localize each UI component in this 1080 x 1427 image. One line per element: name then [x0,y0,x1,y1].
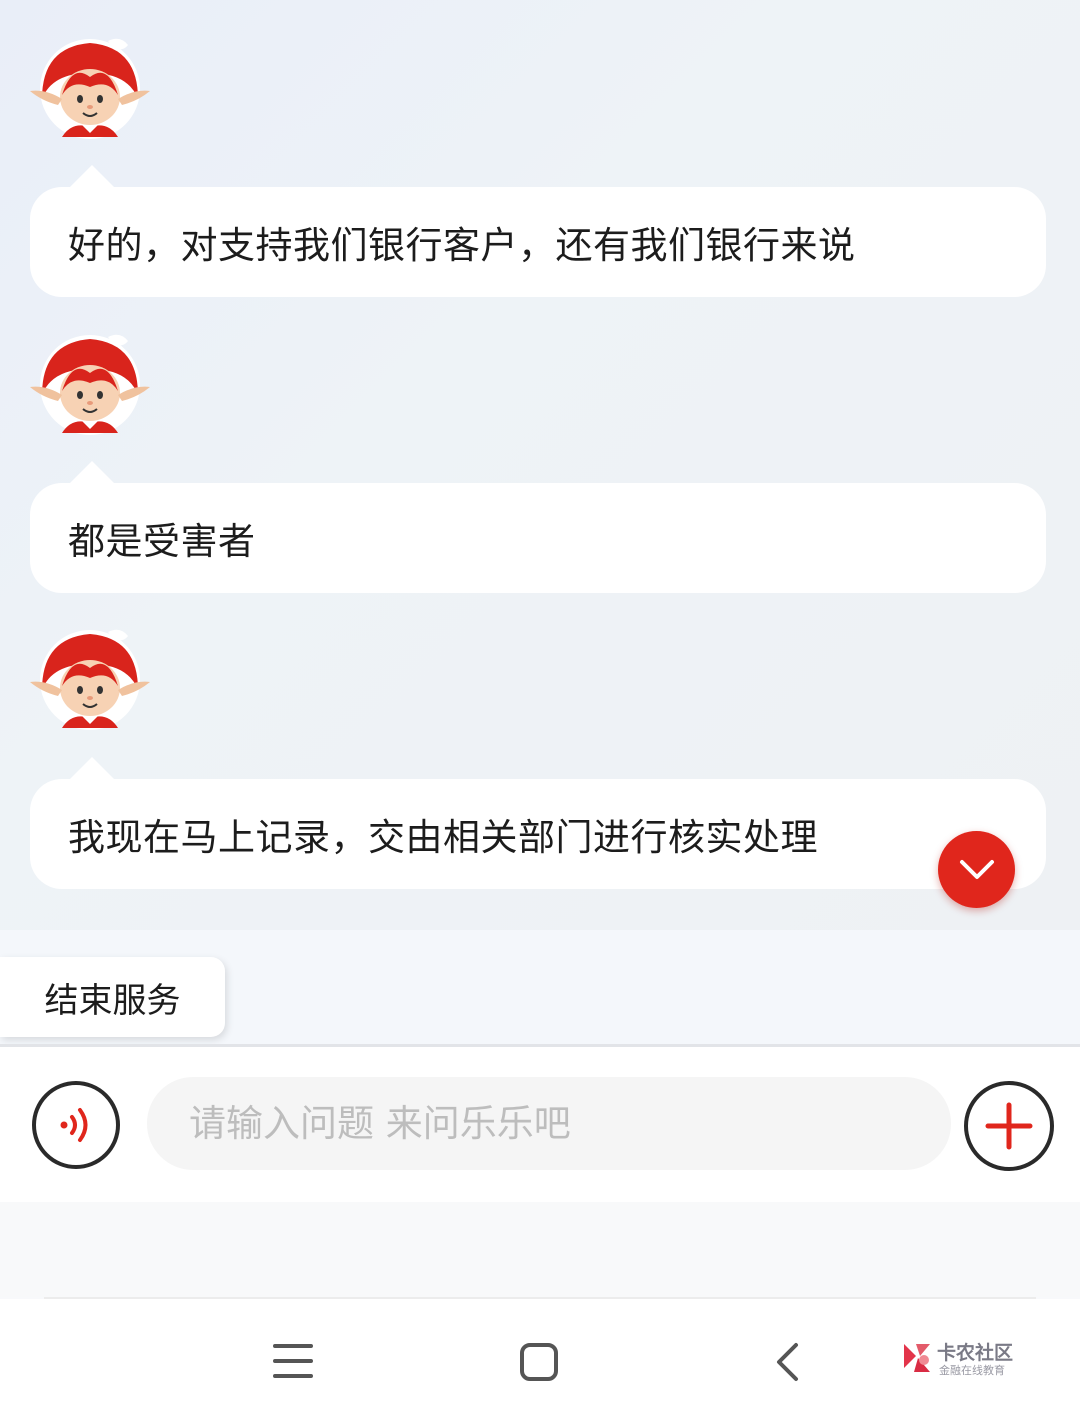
monkey-mascot-icon [30,334,150,435]
watermark-logo: 卡农社区 金融在线教育 [900,1338,1025,1378]
message-text: 好的，对支持我们银行客户，还有我们银行来说 [68,224,856,267]
watermark-title: 卡农社区 [937,1342,1014,1364]
bot-message-bubble: 都是受害者 [30,461,1046,593]
end-service-button[interactable]: 结束服务 [0,957,225,1037]
question-input[interactable] [147,1077,951,1170]
bot-avatar [28,329,152,441]
kanong-logo-icon [904,1344,930,1372]
bot-avatar [28,33,152,145]
menu-icon [273,1344,313,1378]
keyboard-spacer [0,1202,1080,1297]
monkey-mascot-icon [30,629,150,730]
message-text: 我现在马上记录，交由相关部门进行核实处理 [68,816,818,859]
plus-icon [985,1102,1033,1150]
end-service-label: 结束服务 [44,980,181,1021]
home-button[interactable] [518,1341,560,1383]
monkey-mascot-icon [30,38,150,139]
menu-button[interactable] [270,1341,316,1381]
message-text: 都是受害者 [68,520,256,563]
square-home-icon [520,1343,558,1381]
add-button[interactable] [964,1081,1054,1171]
scroll-to-bottom-button[interactable] [938,831,1015,908]
back-button[interactable] [772,1341,802,1383]
voice-wave-icon [60,1108,88,1142]
chat-area: 好的，对支持我们银行客户，还有我们银行来说 都是受害者 我现在马上记录，交由相关… [0,0,1080,930]
bot-message-bubble: 好的，对支持我们银行客户，还有我们银行来说 [30,165,1046,297]
back-chevron-icon [777,1343,798,1381]
voice-input-button[interactable] [32,1081,120,1169]
bot-message-bubble: 我现在马上记录，交由相关部门进行核实处理 [30,757,1046,889]
chevron-down-icon [959,859,994,879]
bot-avatar [28,624,152,736]
watermark-subtitle: 金融在线教育 [939,1364,1005,1377]
